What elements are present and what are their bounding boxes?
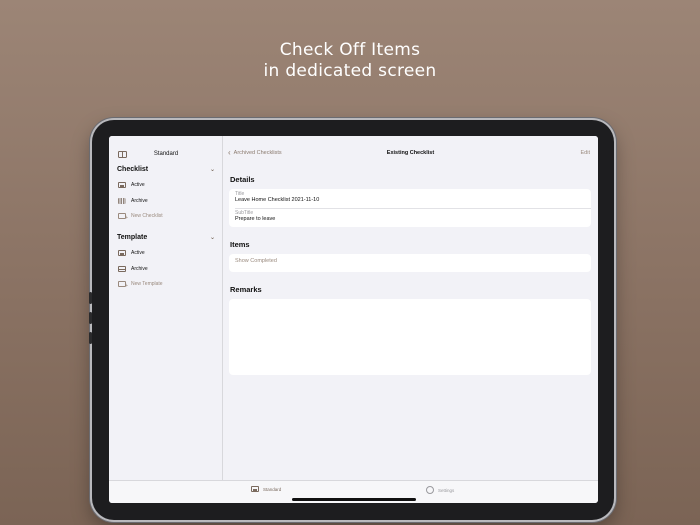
sidebar-item-template-archive[interactable]: Archive bbox=[118, 264, 218, 274]
sidebar-item-label: Archive bbox=[131, 198, 148, 204]
sidebar-item-label: New Checklist bbox=[131, 213, 163, 219]
sidebar-item-label: Active bbox=[131, 182, 145, 188]
sidebar: Standard Checklist ⌄ Active Archive New … bbox=[109, 136, 223, 480]
tab-label: Standard bbox=[263, 486, 282, 492]
new-template-icon bbox=[118, 281, 128, 289]
divider bbox=[235, 207, 591, 208]
items-card: Show Completed bbox=[229, 254, 591, 272]
side-button bbox=[89, 292, 92, 304]
sidebar-item-checklist-archive[interactable]: Archive bbox=[118, 196, 218, 206]
sidebar-item-template-active[interactable]: Active bbox=[118, 248, 218, 258]
subtitle-field[interactable]: SubTitle Prepare to leave bbox=[235, 210, 585, 223]
show-completed-button[interactable]: Show Completed bbox=[235, 258, 277, 264]
tab-standard[interactable]: Standard bbox=[251, 486, 281, 492]
sidebar-item-label: New Template bbox=[131, 281, 163, 287]
details-card: Title Leave Home Checklist 2021-11-10 Su… bbox=[229, 189, 591, 227]
archive-box-icon bbox=[118, 266, 126, 272]
list-icon bbox=[118, 250, 126, 256]
list-icon bbox=[118, 182, 126, 188]
sidebar-title: Standard bbox=[153, 151, 179, 157]
section-header-checklist[interactable]: Checklist ⌄ bbox=[117, 166, 215, 173]
details-section-title: Details bbox=[230, 175, 255, 184]
sidebar-item-label: Active bbox=[131, 250, 145, 256]
chevron-down-icon[interactable]: ⌄ bbox=[210, 234, 215, 241]
sidebar-item-new-checklist[interactable]: New Checklist bbox=[118, 211, 218, 221]
edit-button[interactable]: Edit bbox=[581, 150, 590, 156]
standard-tab-icon bbox=[251, 486, 259, 492]
sidebar-item-new-template[interactable]: New Template bbox=[118, 279, 218, 289]
side-button bbox=[89, 312, 92, 324]
sidebar-item-checklist-active[interactable]: Active bbox=[118, 180, 218, 190]
section-header-template[interactable]: Template ⌄ bbox=[117, 234, 215, 241]
headline-line-1: Check Off Items bbox=[279, 40, 421, 60]
title-field[interactable]: Title Leave Home Checklist 2021-11-10 bbox=[235, 191, 585, 204]
title-field-value: Leave Home Checklist 2021-11-10 bbox=[235, 197, 320, 203]
detail-pane: ‹ Archived Checklists Existing Checklist… bbox=[223, 136, 598, 480]
sidebar-item-label: Archive bbox=[131, 266, 148, 272]
items-section-title: Items bbox=[230, 240, 250, 249]
remarks-section-title: Remarks bbox=[230, 285, 262, 294]
remarks-textarea[interactable] bbox=[229, 299, 591, 375]
new-checklist-icon bbox=[118, 213, 128, 221]
settings-tab-icon bbox=[426, 486, 434, 494]
headline: Check Off Items in dedicated screen bbox=[0, 40, 700, 82]
archive-grid-icon bbox=[118, 198, 126, 204]
section-header-label: Checklist bbox=[117, 166, 149, 173]
subtitle-field-value: Prepare to leave bbox=[235, 216, 276, 222]
page-title: Existing Checklist bbox=[386, 150, 435, 156]
navigation-bar: ‹ Archived Checklists Existing Checklist… bbox=[223, 149, 598, 160]
home-indicator[interactable] bbox=[292, 498, 416, 501]
chevron-down-icon[interactable]: ⌄ bbox=[210, 166, 215, 173]
section-header-label: Template bbox=[117, 234, 148, 241]
side-button bbox=[89, 332, 92, 344]
tab-settings[interactable]: Settings bbox=[426, 486, 454, 494]
headline-line-2: in dedicated screen bbox=[263, 61, 437, 81]
device-screen: 1:11 AM Mon Dec 6 ≈ 100% Standard Checkl… bbox=[109, 136, 598, 503]
tab-label: Settings bbox=[438, 487, 455, 493]
